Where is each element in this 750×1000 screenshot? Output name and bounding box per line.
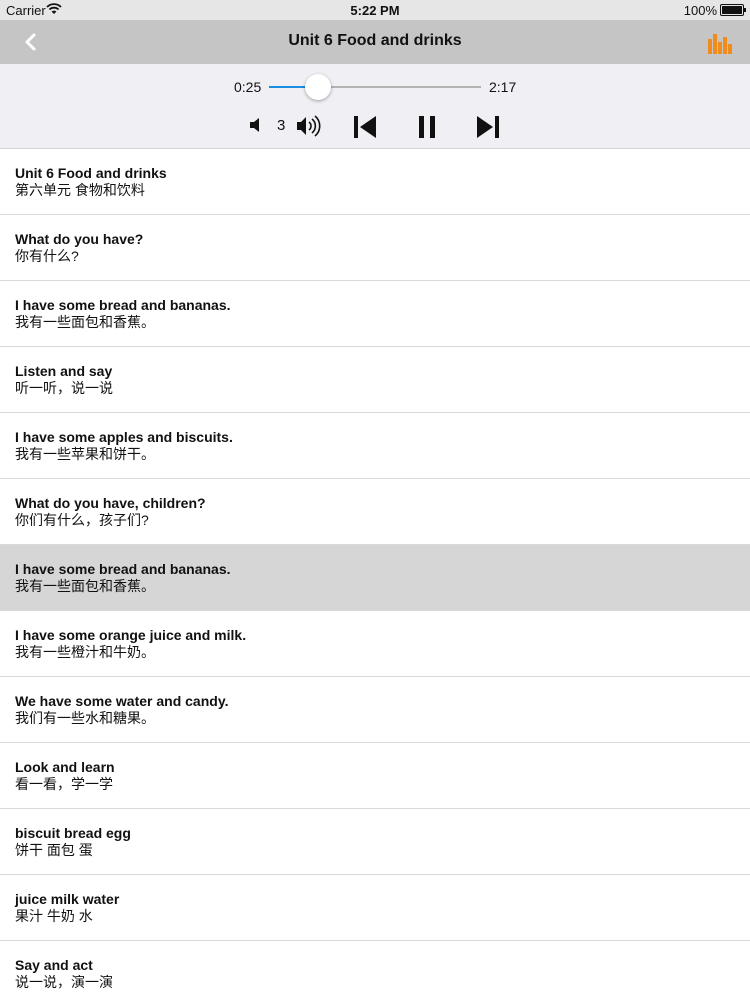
volume-level: 3: [277, 117, 286, 134]
chinese-line: 我有一些面包和香蕉。: [15, 578, 155, 594]
transcript-row[interactable]: Unit 6 Food and drinks 第六单元 食物和饮料: [0, 149, 750, 215]
english-line: Look and learn: [15, 759, 115, 775]
audio-player: 0:25 2:17 3: [0, 64, 750, 149]
transcript-row[interactable]: I have some bread and bananas. 我有一些面包和香蕉…: [0, 545, 750, 611]
transcript-row[interactable]: I have some orange juice and milk. 我有一些橙…: [0, 611, 750, 677]
english-line: Say and act: [15, 957, 93, 973]
transcript-row[interactable]: Say and act 说一说，演一演: [0, 941, 750, 1000]
transcript-row[interactable]: I have some apples and biscuits. 我有一些苹果和…: [0, 413, 750, 479]
skip-next-icon[interactable]: [475, 114, 501, 140]
english-line: I have some apples and biscuits.: [15, 429, 233, 445]
volume-up-icon[interactable]: [295, 114, 325, 138]
transcript-row[interactable]: I have some bread and bananas. 我有一些面包和香蕉…: [0, 281, 750, 347]
chinese-line: 说一说，演一演: [15, 974, 113, 990]
chinese-line: 饼干 面包 蛋: [15, 842, 93, 858]
english-line: Listen and say: [15, 363, 113, 379]
transcript-row[interactable]: What do you have? 你有什么?: [0, 215, 750, 281]
english-line: Unit 6 Food and drinks: [15, 165, 167, 181]
battery-icon: [720, 4, 746, 16]
navigation-bar: Unit 6 Food and drinks: [0, 20, 750, 64]
page-title: Unit 6 Food and drinks: [288, 32, 462, 49]
chinese-line: 第六单元 食物和饮料: [15, 182, 145, 198]
transcript-row[interactable]: Listen and say 听一听，说一说: [0, 347, 750, 413]
transcript-row[interactable]: biscuit bread egg 饼干 面包 蛋: [0, 809, 750, 875]
chinese-line: 我有一些橙汁和牛奶。: [15, 644, 155, 660]
chinese-line: 你有什么?: [15, 248, 79, 264]
chinese-line: 我有一些苹果和饼干。: [15, 446, 155, 462]
clock: 5:22 PM: [350, 3, 400, 18]
english-line: juice milk water: [15, 891, 120, 907]
english-line: What do you have?: [15, 231, 144, 247]
english-line: I have some orange juice and milk.: [15, 627, 247, 643]
chinese-line: 果汁 牛奶 水: [15, 908, 93, 924]
chinese-line: 看一看，学一学: [15, 776, 113, 792]
volume-down-icon[interactable]: [248, 116, 266, 134]
transcript-row[interactable]: We have some water and candy. 我们有一些水和糖果。: [0, 677, 750, 743]
english-line: I have some bread and bananas.: [15, 297, 231, 313]
transcript-list[interactable]: Unit 6 Food and drinks 第六单元 食物和饮料 What d…: [0, 149, 750, 1000]
english-line: biscuit bread egg: [15, 825, 131, 841]
skip-previous-icon[interactable]: [352, 114, 378, 140]
transcript-row[interactable]: juice milk water 果汁 牛奶 水: [0, 875, 750, 941]
progress-slider[interactable]: [269, 74, 481, 100]
status-bar: Carrier 5:22 PM 100%: [0, 0, 750, 20]
english-line: We have some water and candy.: [15, 693, 229, 709]
chinese-line: 我有一些面包和香蕉。: [15, 314, 155, 330]
transcript-row[interactable]: Look and learn 看一看，学一学: [0, 743, 750, 809]
duration-time: 2:17: [489, 79, 517, 95]
equalizer-icon[interactable]: [708, 32, 732, 54]
english-line: What do you have, children?: [15, 495, 206, 511]
english-line: I have some bread and bananas.: [15, 561, 231, 577]
progress-knob[interactable]: [304, 74, 331, 100]
pause-icon[interactable]: [416, 114, 438, 140]
chinese-line: 你们有什么，孩子们?: [15, 512, 149, 528]
chinese-line: 我们有一些水和糖果。: [15, 710, 155, 726]
current-time: 0:25: [234, 79, 262, 95]
chinese-line: 听一听，说一说: [15, 380, 113, 396]
transcript-row[interactable]: What do you have, children? 你们有什么，孩子们?: [0, 479, 750, 545]
battery-percentage: 100%: [683, 3, 717, 18]
